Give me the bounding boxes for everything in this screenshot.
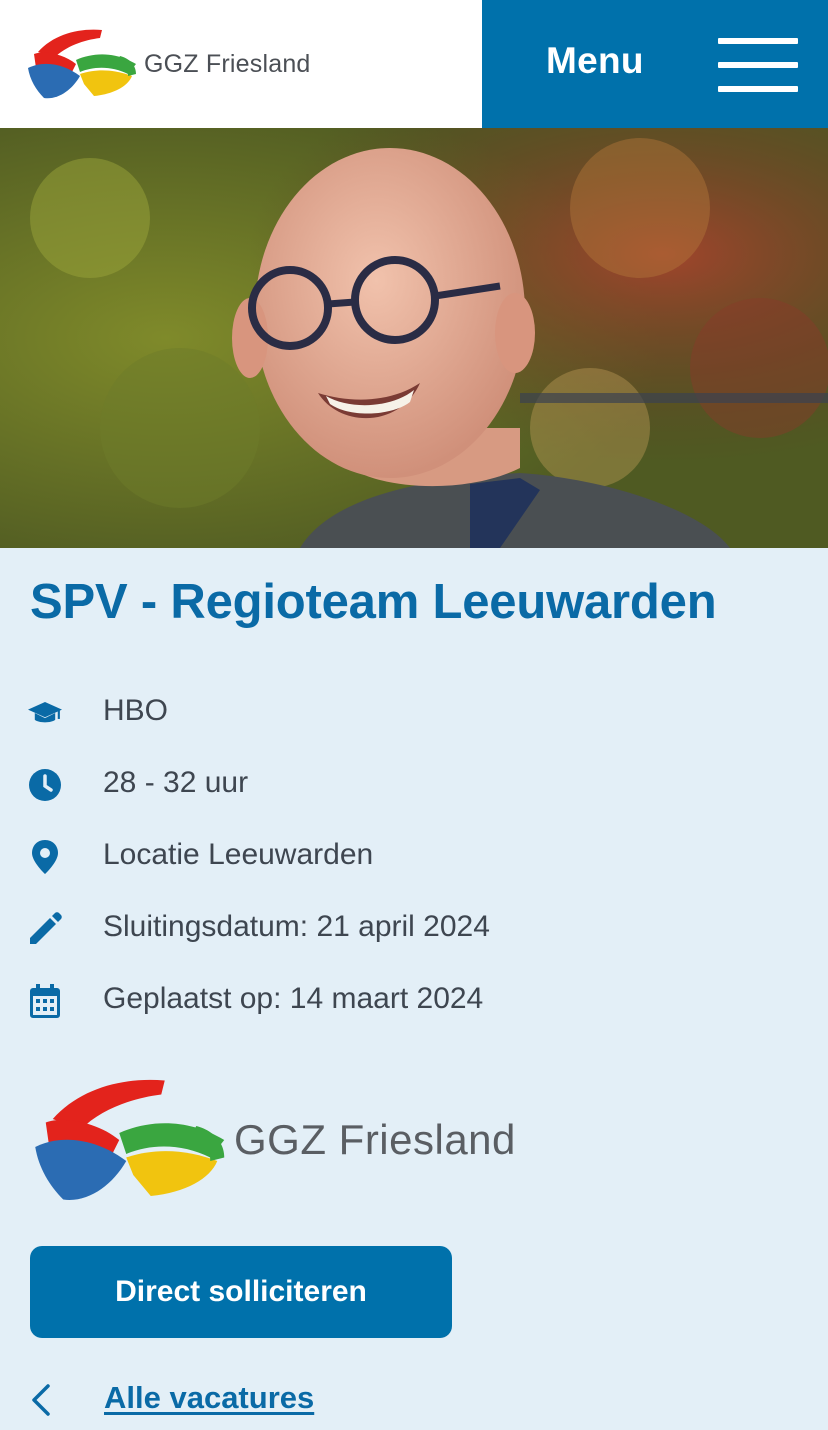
employer-logo-text: GGZ Friesland [234, 1116, 516, 1163]
detail-text: HBO [103, 694, 169, 727]
ggz-friesland-logo[interactable]: GGZ Friesland [24, 24, 324, 104]
menu-button[interactable]: Menu [482, 0, 828, 128]
vacancy-details: HBO 28 - 32 uur Locatie Leeuwarden Sluit… [0, 676, 828, 1036]
logo-text: GGZ Friesland [144, 49, 311, 78]
detail-text: 28 - 32 uur [103, 766, 249, 799]
page-title: SPV - Regioteam Leeuwarden [30, 575, 717, 629]
detail-text: Geplaatst op: 14 maart 2024 [103, 982, 484, 1015]
employer-logo: GGZ Friesland [28, 1070, 528, 1210]
site-header: GGZ Friesland Menu [0, 0, 828, 128]
detail-posted-date: Geplaatst op: 14 maart 2024 [0, 964, 828, 1036]
portrait-photo-icon [0, 128, 828, 548]
detail-education: HBO [0, 676, 828, 748]
hero-photo [0, 128, 828, 548]
clock-icon [28, 768, 62, 802]
detail-text: Sluitingsdatum: 21 april 2024 [103, 910, 490, 943]
hamburger-icon [718, 38, 798, 92]
all-vacancies-link-row[interactable]: Alle vacatures [0, 1370, 400, 1430]
graduation-cap-icon [28, 696, 62, 730]
ggz-logo-mark-icon [35, 1079, 225, 1200]
detail-hours: 28 - 32 uur [0, 748, 828, 820]
ggz-logo-mark-icon [28, 29, 136, 99]
menu-label: Menu [546, 40, 644, 81]
location-pin-icon [28, 840, 62, 874]
detail-location: Locatie Leeuwarden [0, 820, 828, 892]
detail-closing-date: Sluitingsdatum: 21 april 2024 [0, 892, 828, 964]
detail-text: Locatie Leeuwarden [103, 838, 374, 871]
all-vacancies-link[interactable]: Alle vacatures [104, 1380, 314, 1416]
chevron-left-icon[interactable] [30, 1384, 52, 1416]
pencil-icon [28, 912, 62, 946]
calendar-icon [28, 984, 62, 1018]
apply-button[interactable]: Direct solliciteren [30, 1246, 452, 1338]
